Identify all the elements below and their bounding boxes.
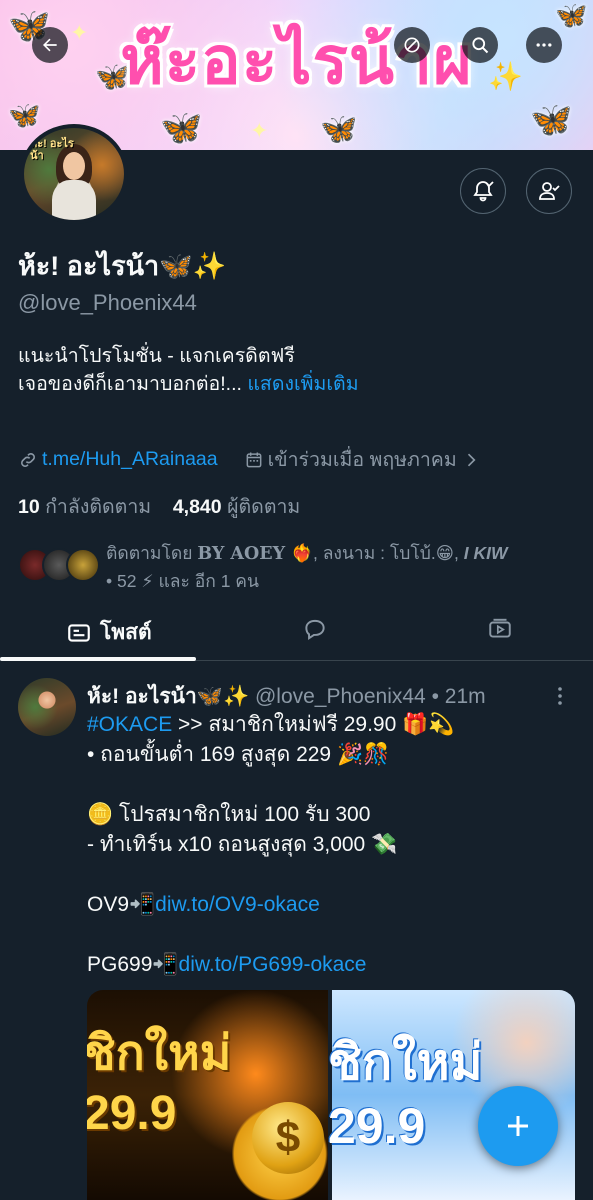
media-text-line: ชิกใหม่	[328, 1034, 483, 1090]
search-icon	[472, 37, 489, 54]
coin-icon: $	[252, 1102, 324, 1174]
followed-by-text[interactable]: ติดตามโดย BY AOEY ❤️‍🔥, ลงนาม : โบโบ้.😁,…	[106, 540, 576, 595]
post-text: OV9📲	[87, 893, 156, 916]
tab-posts-label: โพสต์	[100, 621, 152, 644]
banner-title: ห๊ะอะไรน้าผ	[120, 22, 473, 99]
link-icon	[21, 452, 35, 467]
follower-avatar	[66, 548, 100, 582]
followed-by-separator: ,	[454, 543, 464, 563]
avatar-body	[52, 180, 96, 220]
profile-website-link[interactable]: t.me/Huh_ARainaaa	[42, 448, 218, 471]
post-time: • 21m	[431, 685, 486, 708]
post-author-handle[interactable]: @love_Phoenix44	[255, 685, 426, 708]
profile-bio: แนะนำโปรโมชั่น - แจกเครดิตฟรี เจอของดีก็…	[18, 342, 359, 398]
post-text: - ทำเทิร์น x10 ถอนสูงสุด 3,000 💸	[87, 833, 398, 856]
sparkle-icon: ✦	[250, 118, 269, 143]
followers-label: ผู้ติดตาม	[227, 496, 301, 518]
media-text-line: 29.9	[328, 1098, 426, 1154]
tab-posts[interactable]: โพสต์	[66, 616, 152, 649]
post-text: • ถอนขั้นต่ำ 169 สูงสุด 229 🎉🎊	[87, 743, 390, 766]
post-link-ov9[interactable]: diw.to/OV9-okace	[155, 893, 320, 916]
media-text-line: 29.9	[87, 1087, 177, 1140]
search-button[interactable]	[462, 27, 498, 63]
following-count: 10	[18, 496, 40, 518]
avatar-text: ห้ะ! อะไรน้า	[30, 138, 74, 162]
chevron-right-icon[interactable]	[461, 450, 481, 470]
post-author-name[interactable]: ห้ะ! อะไรน้า🦋✨	[87, 685, 249, 708]
profile-display-name: ห้ะ! อะไรน้า🦋✨	[18, 251, 227, 281]
followed-by-prefix: ติดตามโดย	[106, 543, 193, 563]
more-button[interactable]	[526, 27, 562, 63]
profile-handle: @love_Phoenix44	[18, 290, 197, 315]
butterfly-decoration-icon: 🦋	[160, 109, 203, 147]
post-hashtag[interactable]: #OKACE	[87, 713, 172, 736]
post-text: PG699📲	[87, 953, 179, 976]
followed-by-separator: , ลงนาม : โบโบ้.😁	[312, 543, 454, 563]
followed-by-name-cont: • 52 ⚡	[106, 571, 154, 591]
bio-text: เจอของดีก็เอามาบอกต่อ!...	[18, 373, 242, 395]
post-more-button[interactable]	[556, 684, 564, 713]
media-icon	[489, 618, 511, 638]
tab-replies[interactable]	[302, 616, 328, 647]
calendar-icon	[246, 452, 262, 467]
post-text: >> สมาชิกใหม่ฟรี 29.90 🎁💫	[172, 713, 455, 736]
butterfly-decoration-icon: 🦋	[320, 113, 358, 146]
followed-by-more: และ อีก 1 คน	[153, 571, 259, 591]
more-dots-icon	[536, 43, 552, 47]
post-header: ห้ะ! อะไรน้า🦋✨ @love_Phoenix44 • 21m	[87, 680, 486, 713]
bio-line: แนะนำโปรโมชั่น - แจกเครดิตฟรี	[18, 345, 295, 367]
reply-bubble-icon	[305, 619, 325, 641]
posts-tab-icon	[68, 623, 90, 642]
plus-icon	[508, 1116, 528, 1136]
mute-button[interactable]	[394, 27, 430, 63]
media-text: ชิกใหม่ 29.9	[328, 1030, 483, 1158]
post-image-left[interactable]: ชิกใหม่ 29.9 $	[87, 990, 328, 1200]
show-more-link[interactable]: แสดงเพิ่มเติม	[247, 373, 358, 395]
joined-date: เข้าร่วมเมื่อ พฤษภาคม	[267, 449, 457, 471]
following-label: กำลังติดตาม	[45, 496, 152, 518]
profile-avatar[interactable]: ห้ะ! อะไรน้า	[20, 124, 128, 224]
bio-line: เจอของดีก็เอามาบอกต่อ!... แสดงเพิ่มเติม	[18, 370, 359, 398]
followed-by-name: I KIW	[463, 543, 508, 563]
tab-active-indicator	[0, 657, 196, 661]
bell-check-icon	[473, 181, 494, 202]
post-text: 🪙 โปรสมาชิกใหม่ 100 รับ 300	[87, 803, 371, 826]
slash-circle-icon	[404, 37, 420, 53]
notifications-button[interactable]	[460, 168, 506, 214]
following-link[interactable]: 10 กำลังติดตาม	[18, 496, 151, 518]
followers-link[interactable]: 4,840 ผู้ติดตาม	[173, 496, 300, 518]
media-text-line: ชิกใหม่	[87, 1027, 232, 1080]
following-button[interactable]	[526, 168, 572, 214]
post-body: #OKACE >> สมาชิกใหม่ฟรี 29.90 🎁💫 • ถอนขั…	[87, 710, 577, 980]
profile-tabs: โพสต์	[0, 600, 593, 661]
post-link-pg699[interactable]: diw.to/PG699-okace	[179, 953, 367, 976]
user-check-icon	[539, 182, 560, 200]
followers-count: 4,840	[172, 496, 222, 518]
back-arrow-icon	[43, 38, 57, 52]
follow-counts: 10 กำลังติดตาม 4,840 ผู้ติดตาม	[18, 491, 300, 522]
media-text: ชิกใหม่ 29.9	[87, 1024, 231, 1144]
profile-meta-row: t.me/Huh_ARainaaa เข้าร่วมเมื่อ พฤษภาคม	[18, 444, 485, 475]
post-author-avatar[interactable]	[18, 678, 76, 736]
vertical-dots-icon	[558, 687, 562, 705]
followed-by-name: BY AOEY ❤️‍🔥	[197, 544, 313, 564]
tab-media[interactable]	[487, 616, 513, 647]
compose-button[interactable]	[478, 1086, 558, 1166]
back-button[interactable]	[32, 27, 68, 63]
